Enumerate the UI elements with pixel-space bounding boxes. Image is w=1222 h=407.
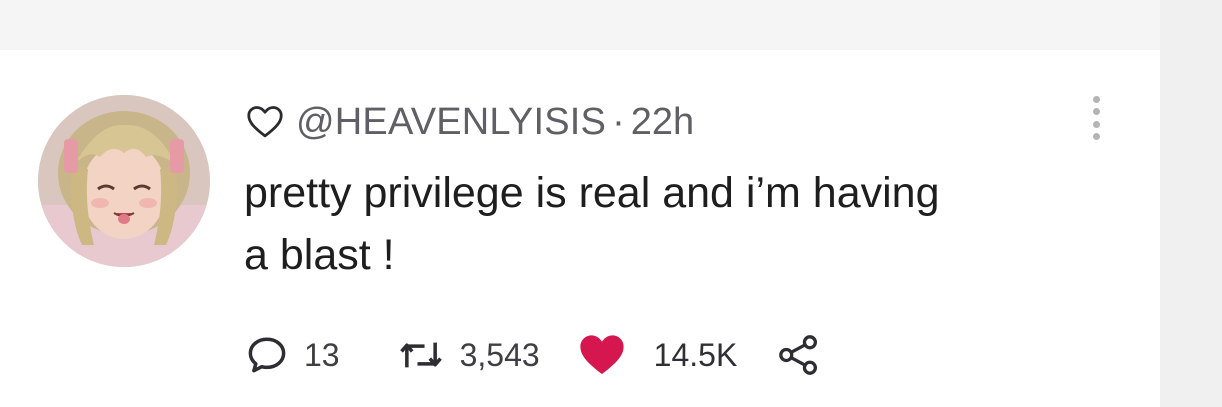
vertical-dots-icon[interactable] [1086, 96, 1106, 140]
heart-filled-icon [580, 335, 624, 374]
reply-count: 13 [304, 336, 340, 373]
share-icon [779, 335, 818, 375]
tweet-header: @HEAVENLYISIS · 22h [246, 100, 694, 144]
reply-button[interactable]: 13 [246, 334, 340, 376]
user-handle[interactable]: @HEAVENLYISIS [296, 101, 606, 144]
retweet-icon [399, 342, 442, 368]
like-button[interactable]: 14.5K [578, 333, 738, 377]
retweet-button[interactable]: 3,543 [398, 335, 540, 375]
like-count: 14.5K [653, 336, 738, 373]
retweet-count: 3,543 [459, 336, 540, 373]
heart-outline-icon[interactable] [246, 105, 284, 139]
tweet-text: pretty privilege is real and i’m having … [244, 169, 940, 279]
avatar-image [38, 95, 210, 267]
avatar[interactable] [38, 95, 210, 267]
action-bar: 13 3,543 14.5K [246, 330, 821, 380]
side-strip [1160, 0, 1222, 407]
timestamp[interactable]: 22h [631, 101, 694, 144]
separator: · [612, 100, 625, 143]
reply-icon [248, 337, 286, 373]
share-button[interactable] [777, 335, 821, 375]
